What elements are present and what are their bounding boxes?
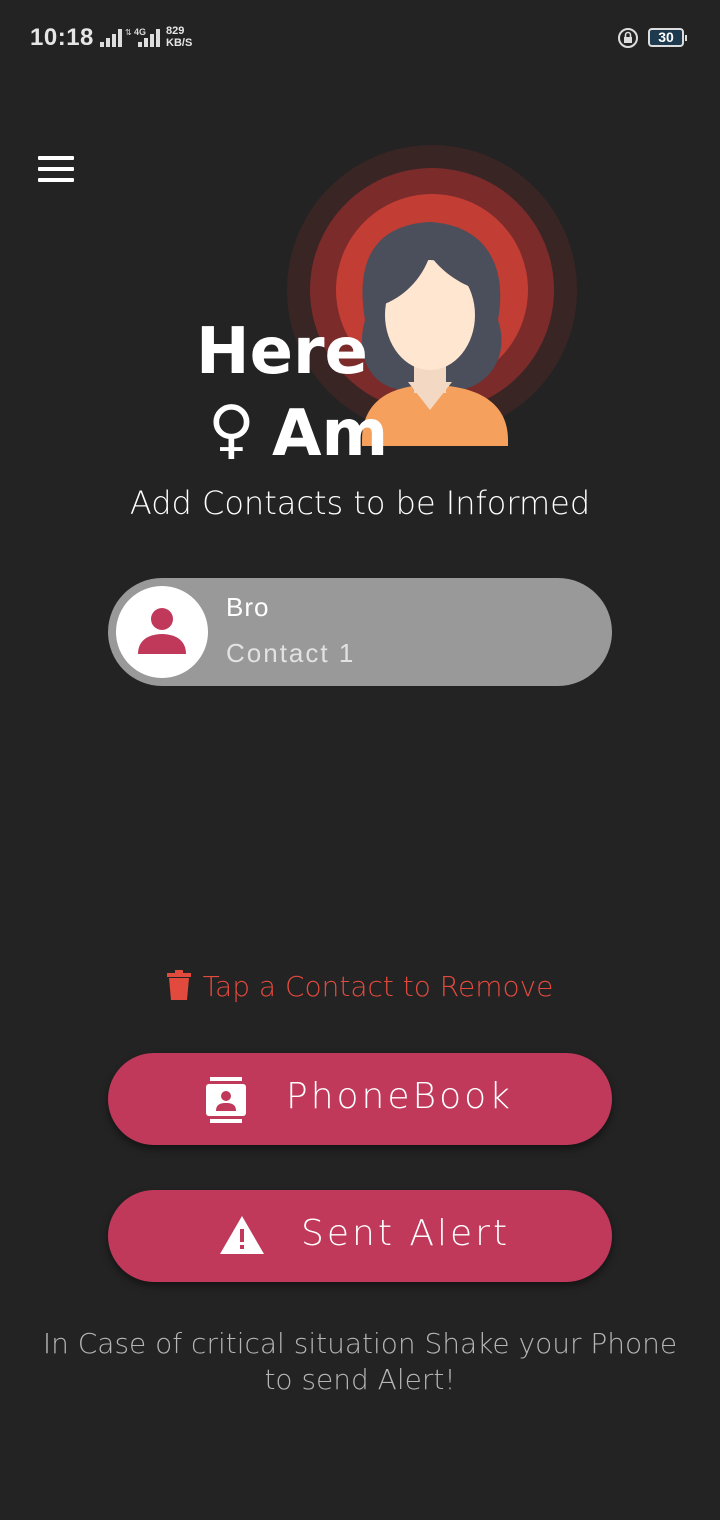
- page-subtitle: Add Contacts to be Informed: [129, 484, 591, 522]
- status-bar: 10:18 ⇅ 4G 829 KB/S 30: [0, 0, 720, 80]
- svg-text:4G: 4G: [134, 27, 146, 37]
- contact-label: Contact 1: [226, 638, 356, 668]
- menu-icon[interactable]: [38, 156, 74, 182]
- contact-name: Bro: [226, 592, 270, 622]
- send-alert-button[interactable]: Sent Alert: [108, 1190, 612, 1282]
- phonebook-button[interactable]: PhoneBook: [108, 1053, 612, 1145]
- battery-indicator: 30: [648, 28, 687, 47]
- contacts-book-icon: [206, 1077, 246, 1123]
- avatar: [116, 586, 208, 678]
- signal-icon: ⇅ 4G: [100, 27, 160, 47]
- remove-hint-text: Tap a Contact to Remove: [202, 970, 554, 1003]
- app-logo: Here ♀ Am: [190, 140, 590, 470]
- remove-hint: Tap a Contact to Remove: [0, 970, 720, 1003]
- svg-text:⇅: ⇅: [125, 28, 132, 37]
- shake-instructions: In Case of critical situation Shake your…: [42, 1327, 678, 1396]
- clock: 10:18: [30, 24, 94, 51]
- logo-word-here: Here: [196, 315, 368, 389]
- person-icon: [138, 608, 186, 654]
- phonebook-label: PhoneBook: [286, 1076, 513, 1117]
- send-alert-label: Sent Alert: [301, 1213, 511, 1254]
- female-symbol-icon: ♀: [208, 393, 255, 467]
- rotation-lock-icon: [618, 28, 638, 48]
- network-speed: 829 KB/S: [166, 25, 193, 49]
- contact-item[interactable]: Bro Contact 1: [108, 578, 612, 686]
- logo-word-am: Am: [272, 397, 389, 471]
- trash-icon: [166, 970, 191, 1000]
- warning-icon: [220, 1216, 264, 1254]
